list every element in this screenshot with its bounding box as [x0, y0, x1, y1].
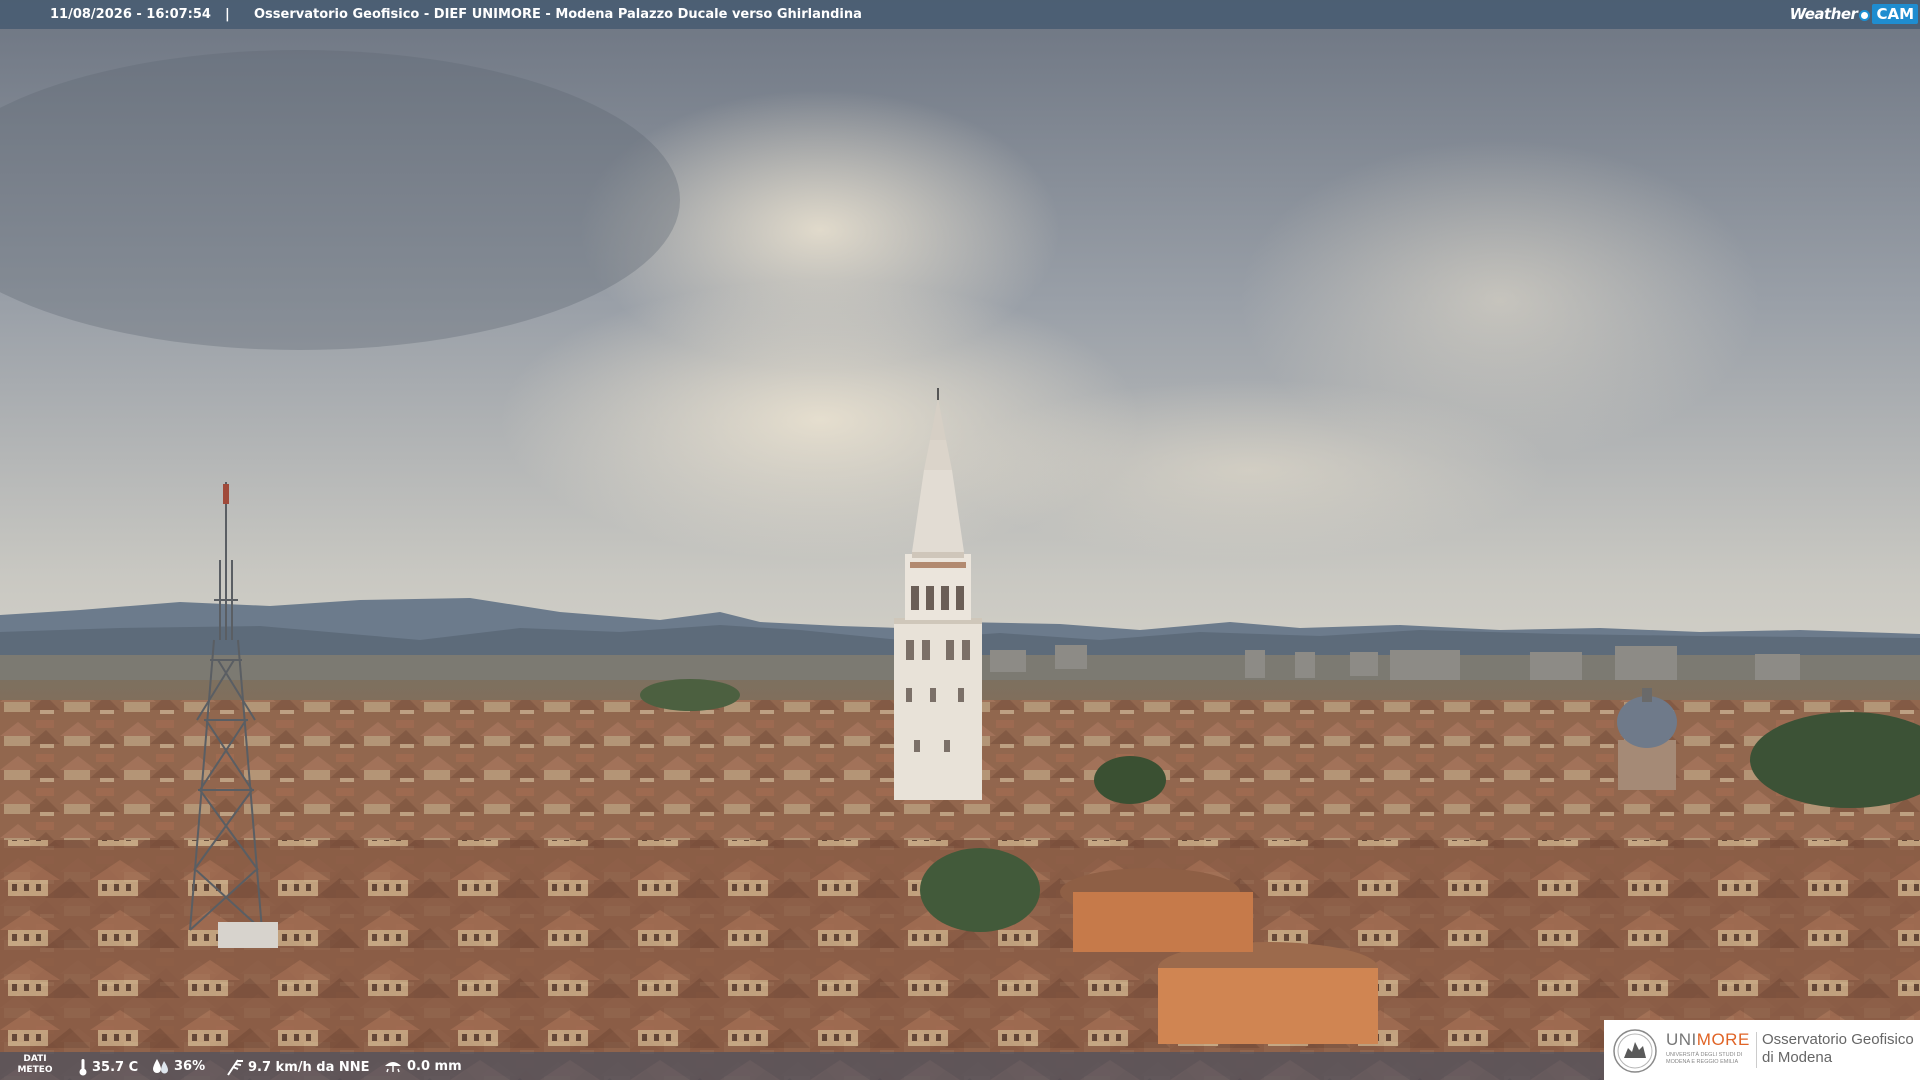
- unimore-emblem-icon: [1613, 1029, 1657, 1073]
- weather-data-bar: DATI METEO 35.7 C 36% 9.7 km/h da NNE 0.…: [0, 1052, 1604, 1080]
- cloud-glow: [950, 380, 1550, 560]
- trees: [920, 848, 1040, 932]
- antenna-top: [223, 484, 229, 504]
- weather-label: DATI METEO: [17, 1054, 53, 1075]
- rain-value: 0.0 mm: [407, 1058, 462, 1074]
- trees: [640, 679, 740, 711]
- brand-weather: Weather: [1789, 5, 1858, 23]
- antenna-base-unit: [218, 922, 278, 948]
- thermometer-icon: [79, 1059, 87, 1076]
- unimore-logo-panel: UNIMORE UNIVERSITÀ DEGLI STUDI DI MODENA…: [1604, 1020, 1920, 1080]
- unimore-subtitle: UNIVERSITÀ DEGLI STUDI DI MODENA E REGGI…: [1666, 1052, 1743, 1065]
- humidity-drop-icon: [153, 1059, 168, 1074]
- observatory-line-1: Osservatorio Geofisico: [1762, 1031, 1914, 1048]
- rain-icon: [385, 1062, 401, 1073]
- temperature-value: 35.7 C: [92, 1059, 139, 1075]
- webcam-scene: [0, 0, 1920, 1080]
- observatory-name: Osservatorio Geofisico di Modena: [1762, 1031, 1914, 1067]
- wind-value: 9.7 km/h da NNE: [248, 1059, 370, 1075]
- camera-title: Osservatorio Geofisico - DIEF UNIMORE - …: [254, 7, 862, 22]
- lens-icon: [1859, 9, 1871, 21]
- temperature-reading: 35.7 C: [78, 1058, 138, 1076]
- unimore-prefix: UNI: [1666, 1030, 1697, 1049]
- humidity-value: 36%: [174, 1058, 206, 1074]
- logo-divider: [1756, 1032, 1757, 1068]
- unimore-suffix: MORE: [1696, 1030, 1750, 1049]
- humidity-reading: 36%: [152, 1058, 205, 1074]
- unimore-wordmark: UNIMORE: [1666, 1030, 1750, 1050]
- wind-reading: 9.7 km/h da NNE: [224, 1058, 370, 1076]
- brand-cam: CAM: [1872, 4, 1918, 24]
- timestamp: 11/08/2026 - 16:07:54: [50, 7, 211, 22]
- trees: [1094, 756, 1166, 804]
- weathercam-logo: Weather CAM: [1790, 2, 1918, 26]
- overlay-header: 11/08/2026 - 16:07:54 | Osservatorio Geo…: [0, 0, 1920, 29]
- rain-reading: 0.0 mm: [383, 1058, 462, 1074]
- header-separator: |: [225, 7, 230, 22]
- wind-icon: [227, 1059, 243, 1076]
- observatory-line-2: di Modena: [1762, 1049, 1833, 1066]
